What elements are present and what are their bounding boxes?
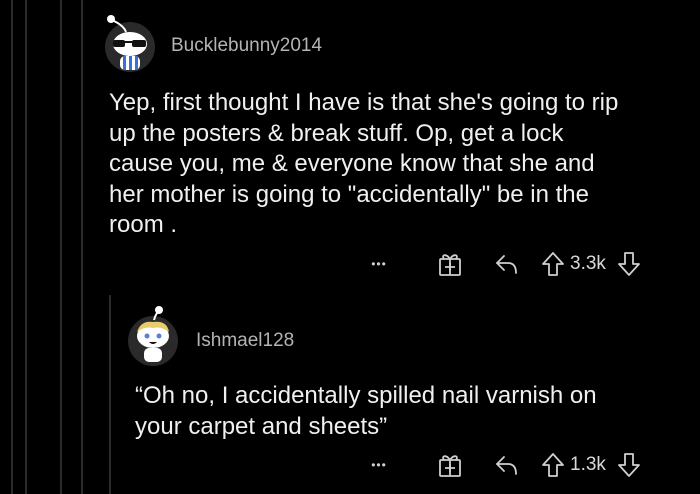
reply-icon — [496, 456, 517, 475]
upvote-button[interactable] — [538, 251, 568, 277]
comment-actions: ••• 3.3k — [364, 247, 644, 281]
award-button[interactable] — [430, 452, 470, 478]
award-button[interactable] — [430, 251, 470, 277]
thread-line — [109, 295, 111, 494]
comment-actions: ••• 1.3k — [364, 448, 644, 482]
more-options-button[interactable]: ••• — [364, 458, 394, 472]
avatar[interactable] — [105, 15, 155, 72]
comment-body: Yep, first thought I have is that she's … — [109, 89, 619, 238]
comment-username[interactable]: Bucklebunny2014 — [171, 35, 322, 57]
thread-line — [81, 0, 83, 494]
award-gift-icon — [439, 455, 461, 477]
thread-line — [25, 0, 27, 494]
more-options-icon: ••• — [371, 458, 387, 472]
comment-body: “Oh no, I accidentally spilled nail varn… — [135, 382, 597, 440]
more-options-button[interactable]: ••• — [364, 257, 394, 271]
reply-icon — [496, 255, 517, 274]
avatar[interactable] — [128, 306, 178, 366]
reply-button[interactable] — [490, 454, 524, 476]
vote-count: 1.3k — [570, 454, 606, 475]
downvote-button[interactable] — [614, 452, 644, 478]
downvote-icon — [618, 252, 640, 276]
downvote-button[interactable] — [614, 251, 644, 277]
award-gift-icon — [439, 254, 461, 276]
thread-line — [60, 0, 62, 494]
thread-line — [11, 0, 13, 494]
upvote-icon — [542, 453, 564, 477]
upvote-icon — [542, 252, 564, 276]
upvote-button[interactable] — [538, 452, 568, 478]
more-options-icon: ••• — [371, 257, 387, 271]
reply-button[interactable] — [490, 253, 524, 275]
downvote-icon — [618, 453, 640, 477]
vote-count: 3.3k — [570, 253, 606, 274]
comment-username[interactable]: Ishmael128 — [196, 330, 294, 352]
